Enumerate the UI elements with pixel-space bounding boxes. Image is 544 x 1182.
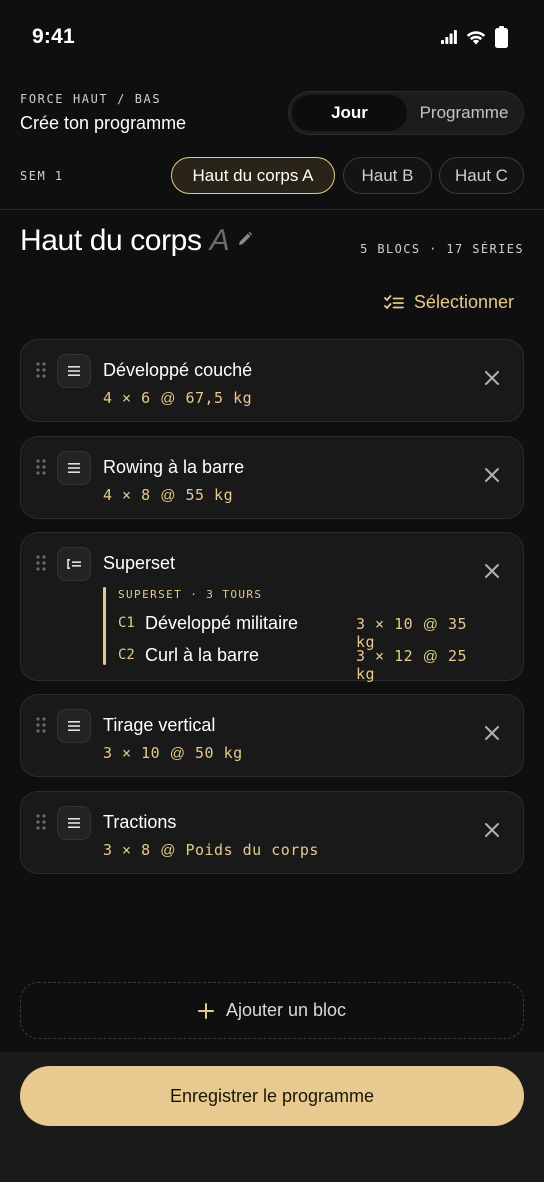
- block-prescription: 3 × 10 @ 50 kg: [103, 744, 243, 762]
- close-icon[interactable]: [483, 369, 501, 387]
- block-load: 67,5 kg: [185, 389, 253, 407]
- segment-jour[interactable]: Jour: [292, 95, 407, 131]
- block-load: 50 kg: [194, 744, 243, 762]
- wifi-icon: [466, 30, 486, 44]
- day-tab-haut-du-corps-a[interactable]: Haut du corps A: [171, 157, 335, 194]
- superset-item-sets: 3 × 12: [356, 647, 414, 665]
- block-sets: 4 × 6: [103, 389, 151, 407]
- day-tab-haut-b[interactable]: Haut B: [343, 157, 432, 194]
- save-program-button[interactable]: Enregistrer le programme: [20, 1066, 524, 1126]
- pencil-icon[interactable]: [237, 231, 253, 247]
- at-symbol: @: [160, 487, 176, 504]
- block-sets: 4 × 8: [103, 486, 151, 504]
- superset-type-icon: [57, 547, 91, 581]
- block-card[interactable]: Développé couché 4 × 6 @ 67,5 kg: [20, 339, 524, 422]
- close-icon[interactable]: [483, 821, 501, 839]
- superset-item[interactable]: C1 Développé militaire 3 × 10 @ 35 kg: [118, 613, 478, 651]
- exercise-type-icon: [57, 354, 91, 388]
- exercise-type-icon: [57, 451, 91, 485]
- add-block-label: Ajouter un bloc: [225, 1000, 347, 1020]
- block-title: Tractions: [103, 812, 177, 832]
- block-prescription: 3 × 8 @ Poids du corps: [103, 841, 319, 859]
- view-segmented-control: Jour Programme: [288, 91, 524, 135]
- block-load: Poids du corps: [185, 841, 319, 859]
- exercise-type-icon: [57, 709, 91, 743]
- exercise-type-icon: [57, 806, 91, 840]
- block-card[interactable]: Tirage vertical 3 × 10 @ 50 kg: [20, 694, 524, 777]
- header: FORCE HAUT / BAS Crée ton programme Jour…: [20, 91, 524, 136]
- day-title-suffix: A: [209, 224, 230, 257]
- day-title-text: Haut du corps: [20, 224, 202, 257]
- superset-item-name: Développé militaire: [145, 613, 299, 633]
- close-icon[interactable]: [483, 724, 501, 742]
- drag-handle-icon[interactable]: [36, 459, 46, 475]
- block-sets: 3 × 8: [103, 841, 151, 859]
- block-title: Superset: [103, 553, 176, 573]
- superset-item-code: C2: [118, 647, 135, 663]
- block-title: Rowing à la barre: [103, 457, 245, 477]
- block-load: 55 kg: [185, 486, 234, 504]
- status-icons: [441, 26, 508, 48]
- add-block-button[interactable]: Ajouter un bloc: [20, 982, 524, 1039]
- battery-icon: [495, 26, 508, 48]
- day-tab-haut-c[interactable]: Haut C: [439, 157, 524, 194]
- status-time: 9:41: [32, 25, 75, 48]
- block-card[interactable]: Tractions 3 × 8 @ Poids du corps: [20, 791, 524, 874]
- checklist-icon: [384, 294, 404, 309]
- block-title: Développé couché: [103, 360, 253, 380]
- superset-item-sets: 3 × 10: [356, 615, 414, 633]
- status-bar: 9:41: [0, 0, 544, 72]
- close-icon[interactable]: [483, 466, 501, 484]
- superset-card[interactable]: Superset SUPERSET · 3 TOURS C1 Développé…: [20, 532, 524, 683]
- superset-item[interactable]: C2 Curl à la barre 3 × 12 @ 25 kg: [118, 645, 478, 683]
- superset-item-code: C1: [118, 615, 135, 631]
- day-stats: 5 BLOCS · 17 SÉRIES: [360, 242, 524, 256]
- at-symbol: @: [160, 390, 176, 407]
- divider: [0, 209, 544, 210]
- at-symbol: @: [160, 842, 176, 859]
- at-symbol: @: [422, 616, 439, 633]
- week-label: SEM 1: [20, 169, 64, 183]
- superset-item-prescription: 3 × 12 @ 25 kg: [356, 647, 478, 683]
- superset-item-name: Curl à la barre: [145, 645, 260, 665]
- block-card[interactable]: Rowing à la barre 4 × 8 @ 55 kg: [20, 436, 524, 519]
- block-prescription: 4 × 6 @ 67,5 kg: [103, 389, 252, 407]
- segment-programme[interactable]: Programme: [408, 95, 520, 131]
- at-symbol: @: [169, 745, 186, 762]
- superset-label: SUPERSET · 3 TOURS: [118, 588, 263, 601]
- page-title: Crée ton programme: [20, 113, 187, 133]
- drag-handle-icon[interactable]: [36, 717, 46, 733]
- select-button[interactable]: Sélectionner: [384, 292, 514, 313]
- at-symbol: @: [422, 648, 439, 665]
- day-title: Haut du corps A: [20, 224, 253, 258]
- bottom-bar: Enregistrer le programme: [0, 1052, 544, 1182]
- superset-bar: [103, 587, 106, 665]
- cellular-signal-icon: [441, 30, 457, 44]
- block-title: Tirage vertical: [103, 715, 216, 735]
- week-row: SEM 1 Haut du corps A Haut B Haut C: [20, 157, 524, 195]
- close-icon[interactable]: [483, 562, 501, 580]
- drag-handle-icon[interactable]: [36, 814, 46, 830]
- select-button-label: Sélectionner: [413, 292, 514, 312]
- block-prescription: 4 × 8 @ 55 kg: [103, 486, 233, 504]
- drag-handle-icon[interactable]: [36, 555, 46, 571]
- plus-icon: [197, 1002, 214, 1019]
- drag-handle-icon[interactable]: [36, 362, 46, 378]
- block-sets: 3 × 10: [103, 744, 161, 762]
